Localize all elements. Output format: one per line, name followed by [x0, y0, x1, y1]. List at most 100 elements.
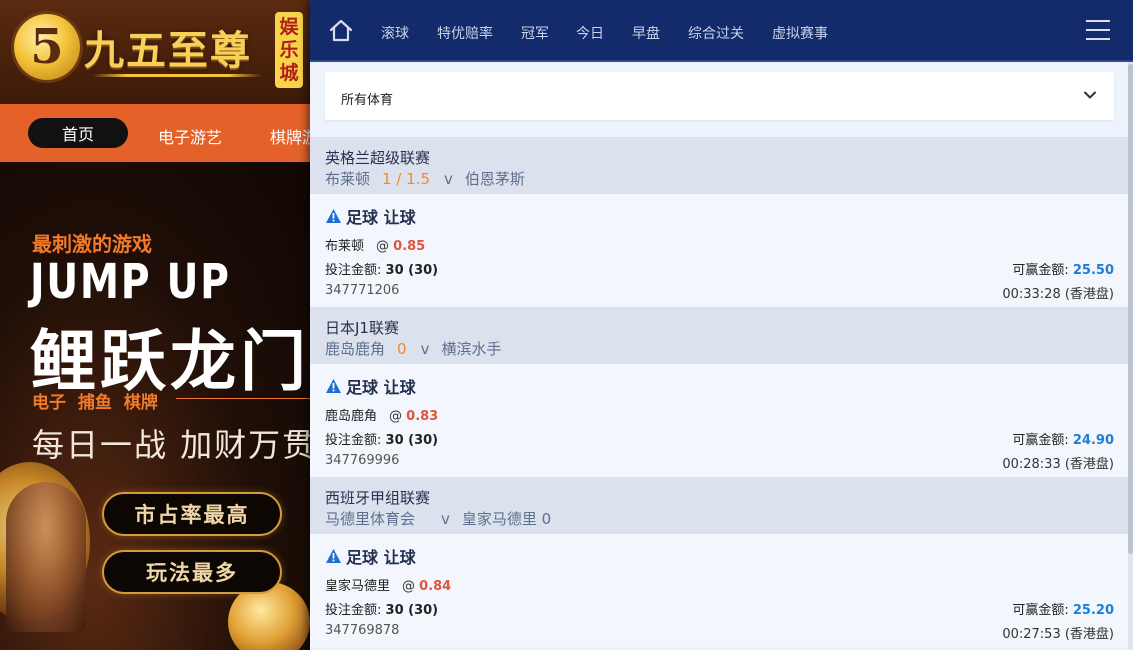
sport-filter-value: 所有体育: [341, 93, 394, 108]
bet-list-panel: 滚球 特优赔率 冠军 今日 早盘 综合过关 虚拟赛事 所有体育 英格兰超级联赛 …: [310, 0, 1133, 650]
vs-label: v: [444, 170, 453, 188]
at-sign: @: [389, 409, 403, 424]
logo-side-char: 娱: [279, 15, 299, 38]
odds-value: 0.84: [419, 579, 452, 594]
banner-divider: [176, 398, 310, 399]
logo-underline: [92, 74, 262, 77]
logo-side-badge: 娱 乐 城: [275, 12, 303, 88]
scrollbar-thumb[interactable]: [1128, 64, 1133, 554]
vs-label: v: [441, 510, 450, 528]
logo-side-char: 城: [279, 61, 299, 84]
at-sign: @: [376, 239, 390, 254]
logo-side-char: 乐: [279, 38, 299, 61]
banner-pill-most-games[interactable]: 玩法最多: [102, 550, 282, 594]
home-team: 鹿岛鹿角: [325, 340, 386, 358]
nav-item-card-games[interactable]: 棋牌游: [270, 124, 310, 148]
stake: 投注金额: 30 (30): [325, 259, 438, 278]
bet-id: 347771206: [325, 283, 400, 298]
league-name: 西班牙甲组联赛: [325, 489, 431, 507]
bet-selection: 皇家马德里 @ 0.84: [325, 575, 451, 594]
match-teams: 布莱顿 1 / 1.5 v 伯恩茅斯: [325, 168, 525, 189]
tab-live[interactable]: 滚球: [381, 23, 409, 43]
bet-slip-item[interactable]: 足球 让球 鹿岛鹿角 @ 0.83 投注金额: 30 (30) 可赢金额: 24.…: [310, 364, 1128, 477]
stake: 投注金额: 30 (30): [325, 429, 438, 448]
banner-tagline: 最刺激的游戏: [32, 232, 152, 256]
bet-type: 足球 让球: [325, 204, 416, 228]
bet-time: 00:27:53 (香港盘): [1002, 627, 1114, 642]
selection-team: 皇家马德里: [325, 579, 391, 594]
logo-text[interactable]: 九五至尊: [84, 18, 252, 76]
win-value: 24.90: [1072, 433, 1114, 448]
bet-selection: 鹿岛鹿角 @ 0.83: [325, 405, 438, 424]
win-label: 可赢金额:: [1012, 603, 1069, 618]
warning-icon: [326, 379, 341, 393]
sportsbook-topbar: 滚球 特优赔率 冠军 今日 早盘 综合过关 虚拟赛事: [310, 0, 1133, 62]
home-team: 马德里体育会: [325, 510, 416, 528]
bet-time: 00:28:33 (香港盘): [1002, 457, 1114, 472]
hero-figure-decoration: [6, 482, 86, 632]
warning-icon: [326, 209, 341, 223]
tab-boosted-odds[interactable]: 特优赔率: [437, 23, 493, 43]
hamburger-menu-icon[interactable]: [1086, 20, 1110, 42]
nav-home-button[interactable]: 首页: [28, 118, 128, 148]
at-sign: @: [402, 579, 416, 594]
tab-outright[interactable]: 冠军: [521, 23, 549, 43]
banner-pill-market-share[interactable]: 市占率最高: [102, 492, 282, 536]
selection-team: 布莱顿: [325, 239, 365, 254]
handicap: 0: [397, 340, 407, 358]
bet-id: 347769996: [325, 453, 400, 468]
tab-today[interactable]: 今日: [576, 23, 604, 43]
banner-slogan: 每日一战 加财万贯: [32, 426, 310, 464]
win-value: 25.20: [1072, 603, 1114, 618]
logo-bar: 5 九五至尊 娱 乐 城: [0, 0, 310, 104]
bet-type: 足球 让球: [325, 544, 416, 568]
home-icon[interactable]: [328, 18, 354, 44]
stake: 投注金额: 30 (30): [325, 599, 438, 618]
stake-label: 投注金额:: [325, 433, 382, 448]
warning-icon: [326, 549, 341, 563]
match-teams: 鹿岛鹿角 0 v 横滨水手: [325, 338, 501, 359]
win-label: 可赢金额:: [1012, 263, 1069, 278]
vs-label: v: [420, 340, 430, 358]
bet-selection: 布莱顿 @ 0.85: [325, 235, 425, 254]
away-team: 伯恩茅斯: [464, 170, 525, 188]
bet-slip-item[interactable]: 足球 让球 布莱顿 @ 0.85 投注金额: 30 (30) 可赢金额: 25.5…: [310, 194, 1128, 307]
stake-value: 30 (30): [385, 263, 439, 278]
nav-item-electronic-games[interactable]: 电子游艺: [158, 124, 222, 148]
stake-value: 30 (30): [385, 433, 439, 448]
handicap: 1 / 1.5: [382, 170, 431, 188]
odds-value: 0.83: [406, 409, 439, 424]
tab-virtual[interactable]: 虚拟赛事: [772, 23, 828, 43]
match-header[interactable]: 日本J1联赛 鹿岛鹿角 0 v 横滨水手: [310, 307, 1128, 364]
logo-numeral: 5: [30, 19, 64, 75]
match-header[interactable]: 英格兰超级联赛 布莱顿 1 / 1.5 v 伯恩茅斯: [310, 137, 1128, 194]
bet-type-label: 足球 让球: [346, 548, 416, 567]
league-name: 日本J1联赛: [325, 319, 399, 337]
bet-type: 足球 让球: [325, 374, 416, 398]
potential-win: 可赢金额: 25.20: [1012, 599, 1114, 618]
win-value: 25.50: [1072, 263, 1114, 278]
match-teams: 马德里体育会 v 皇家马德里 0: [325, 508, 551, 529]
tab-early[interactable]: 早盘: [632, 23, 660, 43]
stake-value: 30 (30): [385, 603, 439, 618]
tab-parlay[interactable]: 综合过关: [688, 23, 744, 43]
bet-type-label: 足球 让球: [346, 378, 416, 397]
home-team: 布莱顿: [325, 170, 371, 188]
banner-categories: 电子 捕鱼 棋牌: [32, 393, 158, 413]
league-name: 英格兰超级联赛: [325, 149, 431, 167]
selection-team: 鹿岛鹿角: [325, 409, 378, 424]
screen: 5 九五至尊 娱 乐 城 首页 电子游艺 棋牌游 最刺激的游戏 JUMP UP …: [0, 0, 1133, 650]
win-label: 可赢金额:: [1012, 433, 1069, 448]
bet-slip-item[interactable]: 足球 让球 皇家马德里 @ 0.84 投注金额: 30 (30) 可赢金额: 25…: [310, 534, 1128, 647]
sport-filter-select[interactable]: 所有体育: [325, 72, 1114, 120]
bet-type-label: 足球 让球: [346, 208, 416, 227]
banner-title-en: JUMP UP: [30, 254, 231, 310]
promo-banner[interactable]: 最刺激的游戏 JUMP UP 鲤跃龙门 电子 捕鱼 棋牌 每日一战 加财万贯 市…: [0, 162, 310, 650]
casino-site: 5 九五至尊 娱 乐 城 首页 电子游艺 棋牌游 最刺激的游戏 JUMP UP …: [0, 0, 310, 650]
stake-label: 投注金额:: [325, 263, 382, 278]
logo-badge-icon[interactable]: 5: [14, 14, 80, 80]
potential-win: 可赢金额: 24.90: [1012, 429, 1114, 448]
bet-time: 00:33:28 (香港盘): [1002, 287, 1114, 302]
match-header[interactable]: 西班牙甲组联赛 马德里体育会 v 皇家马德里 0: [310, 477, 1128, 534]
odds-value: 0.85: [393, 239, 426, 254]
